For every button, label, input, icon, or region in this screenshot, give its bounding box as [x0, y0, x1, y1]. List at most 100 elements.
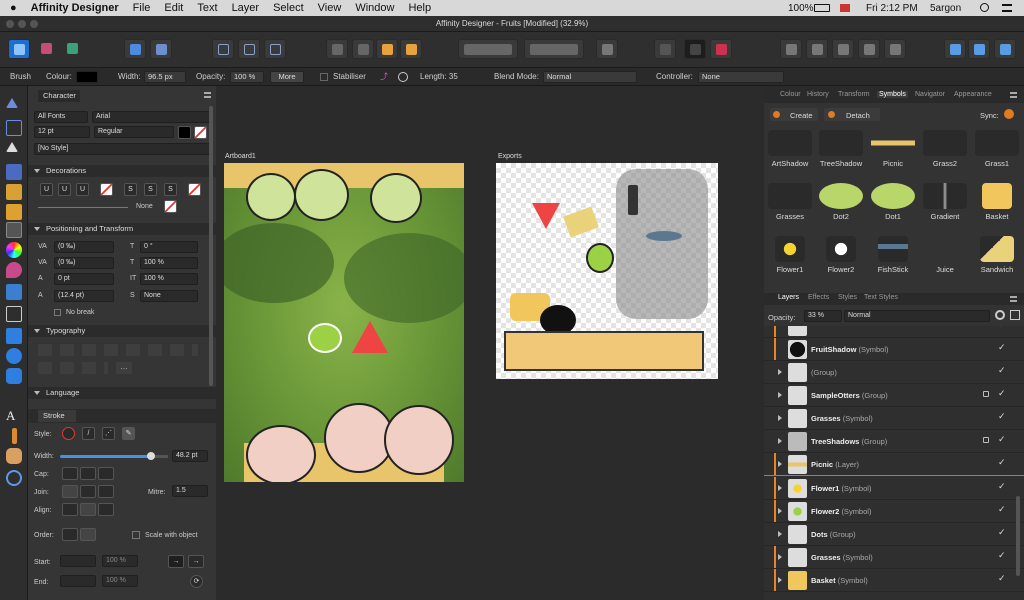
menu-file[interactable]: File — [133, 2, 151, 14]
zoom-tool-icon[interactable] — [6, 470, 22, 486]
symbol-grasses[interactable]: Grasses — [765, 183, 815, 221]
tab-colour[interactable]: Colour — [780, 91, 801, 98]
spotlight-icon[interactable] — [980, 3, 989, 12]
cap-round-button[interactable] — [80, 467, 96, 480]
boolean-add-button[interactable] — [780, 39, 802, 59]
view-mode-2-button[interactable] — [238, 39, 260, 59]
fill-tool-icon[interactable] — [6, 242, 22, 258]
stroke-tab[interactable]: Stroke — [38, 410, 76, 422]
stroke-solid-button[interactable]: / — [82, 427, 95, 440]
crop-tool-icon[interactable] — [6, 306, 22, 322]
stroke-none-button[interactable] — [62, 427, 75, 440]
snapping-magnet-button[interactable] — [710, 39, 732, 59]
arrange-back-button[interactable] — [326, 39, 348, 59]
cap-square-button[interactable] — [98, 467, 114, 480]
operation-button[interactable] — [654, 39, 676, 59]
font-family-select[interactable]: Arial — [92, 111, 210, 123]
designer-persona-button[interactable] — [8, 39, 30, 59]
expand-layer-icon[interactable] — [778, 369, 782, 375]
layer-row-basket[interactable]: Basket (Symbol) ✓ — [764, 569, 1024, 592]
symbol-treeshadow[interactable]: TreeShadow — [816, 130, 866, 168]
font-style-select[interactable]: Regular — [94, 126, 174, 138]
symbol-grass1[interactable]: Grass1 — [972, 130, 1022, 168]
join-bevel-button[interactable] — [98, 485, 114, 498]
strike-dotted-button[interactable]: S — [164, 183, 177, 196]
typography-buttons-row2[interactable] — [38, 362, 108, 374]
expand-layer-icon[interactable] — [778, 554, 782, 560]
expand-layer-icon[interactable] — [778, 438, 782, 444]
window-mode-icon[interactable] — [398, 72, 408, 82]
arrange-forward-button[interactable] — [376, 39, 398, 59]
exports-artboard[interactable] — [496, 163, 718, 379]
zoom-window-button[interactable] — [30, 20, 38, 28]
join-round-button[interactable] — [80, 485, 96, 498]
layer-settings-icon[interactable] — [995, 310, 1005, 320]
kerning-field[interactable]: (0 ‰) — [54, 257, 114, 269]
menu-edit[interactable]: Edit — [164, 2, 183, 14]
symbol-grass2[interactable]: Grass2 — [920, 130, 970, 168]
tab-appearance[interactable]: Appearance — [954, 91, 992, 98]
left-panel-scrollbar[interactable] — [209, 106, 213, 386]
tab-layers[interactable]: Layers — [778, 294, 799, 301]
swap-arrows-button[interactable]: ⟳ — [190, 575, 203, 588]
insert-behind-button[interactable] — [968, 39, 990, 59]
arrange-backward-button[interactable] — [352, 39, 374, 59]
leading-field[interactable]: (12.4 pt) — [54, 290, 114, 302]
start-scale-field[interactable]: 100 % — [102, 555, 138, 567]
menu-window[interactable]: Window — [355, 2, 394, 14]
lock-icon[interactable] — [983, 391, 989, 397]
tab-effects[interactable]: Effects — [808, 294, 829, 301]
rotate-button[interactable] — [596, 39, 618, 59]
eyedropper-tool-icon[interactable] — [12, 428, 17, 444]
symbol-artshadow[interactable]: ArtShadow — [765, 130, 815, 168]
layer-visibility-toggle[interactable]: ✓ — [998, 550, 1006, 561]
arrow-tail-position-button[interactable]: → — [188, 555, 204, 568]
layer-visibility-toggle[interactable]: ✓ — [998, 457, 1006, 468]
tab-symbols[interactable]: Symbols — [877, 91, 908, 98]
ellipse-tool-icon[interactable] — [6, 348, 22, 364]
layer-row-fruitshadow[interactable]: FruitShadow (Symbol) ✓ — [764, 338, 1024, 361]
hand-tool-icon[interactable] — [6, 448, 22, 464]
more-button[interactable]: More — [270, 71, 304, 83]
start-arrow-select[interactable] — [60, 555, 96, 567]
positioning-section[interactable]: Positioning and Transform — [28, 223, 216, 235]
apple-icon[interactable]: ● — [10, 2, 17, 14]
stroke-width-slider-knob[interactable] — [147, 452, 155, 460]
node-tool-icon[interactable] — [6, 142, 18, 152]
lock-icon[interactable] — [983, 437, 989, 443]
layer-row-sampleotters[interactable]: SampleOtters (Group) ✓ — [764, 384, 1024, 407]
typography-section[interactable]: Typography — [28, 325, 216, 337]
character-tab[interactable]: Character — [38, 90, 80, 102]
typography-more-button[interactable]: … — [116, 362, 132, 374]
menu-list-icon[interactable] — [1002, 4, 1012, 12]
layer-row-grasses[interactable]: Grasses (Symbol) ✓ — [764, 407, 1024, 430]
insert-inside-button[interactable] — [944, 39, 966, 59]
layers-menu-icon[interactable] — [1010, 296, 1017, 302]
menu-text[interactable]: Text — [197, 2, 217, 14]
order-front-button[interactable] — [80, 528, 96, 541]
transparency-tool-icon[interactable] — [6, 262, 22, 278]
rectangle-tool-icon[interactable] — [6, 328, 22, 344]
pencil-tool-icon[interactable] — [6, 204, 22, 220]
underline-dotted-button[interactable]: U — [76, 183, 89, 196]
tab-transform[interactable]: Transform — [838, 91, 870, 98]
colour-swatch[interactable] — [76, 71, 98, 83]
expand-layer-icon[interactable] — [778, 531, 782, 537]
clock[interactable]: Fri 2:12 PM — [866, 3, 918, 14]
font-collection-select[interactable]: All Fonts — [34, 111, 88, 123]
canvas[interactable]: Artboard1 Exports — [216, 86, 764, 600]
stroke-width-field[interactable]: 48.2 pt — [172, 450, 208, 462]
stroke-width-slider[interactable] — [60, 455, 152, 458]
tab-styles[interactable]: Styles — [838, 294, 857, 301]
align-inside-button[interactable] — [62, 503, 78, 516]
minimize-window-button[interactable] — [18, 20, 26, 28]
battery-icon[interactable] — [814, 4, 830, 12]
symbol-dot1[interactable]: Dot1 — [868, 183, 918, 221]
symbol-gradient[interactable]: Gradient — [920, 183, 970, 221]
tab-navigator[interactable]: Navigator — [915, 91, 945, 98]
vscale-field[interactable]: 100 % — [140, 273, 198, 285]
mitre-field[interactable]: 1.5 — [172, 485, 208, 497]
layer-blend-mode-select[interactable]: Normal — [844, 310, 990, 322]
flip-button[interactable] — [524, 39, 584, 59]
color-toggle-button[interactable] — [684, 39, 706, 59]
